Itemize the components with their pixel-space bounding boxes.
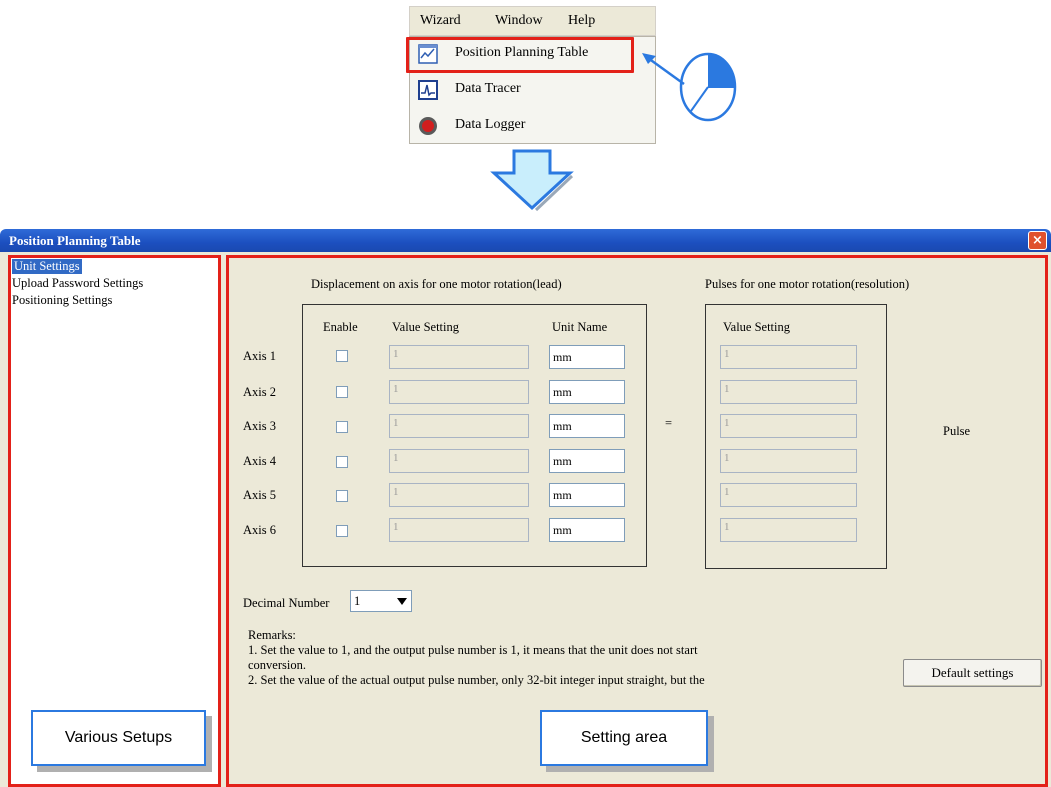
menu-help[interactable]: Help [568,13,595,29]
click-pointer-icon [679,52,737,122]
menu-item-data-tracer[interactable]: Data Tracer [410,73,655,107]
value-setting-input[interactable]: 1 [389,449,529,473]
menu-item-label: Data Logger [455,117,526,132]
pulse-value-input[interactable]: 1 [720,414,857,438]
unit-name-input[interactable]: mm [549,483,625,507]
unit-name-input[interactable]: mm [549,380,625,404]
menu-window[interactable]: Window [495,13,543,29]
unit-name-input[interactable]: mm [549,345,625,369]
unit-name-input[interactable]: mm [549,518,625,542]
value-setting-input[interactable]: 1 [389,483,529,507]
value-setting-input[interactable]: 1 [389,518,529,542]
column-header-enable: Enable [323,320,358,334]
enable-checkbox[interactable] [336,350,348,362]
various-setups-highlight [8,255,221,787]
enable-checkbox[interactable] [336,386,348,398]
unit-name-input[interactable]: mm [549,449,625,473]
setting-area-callout: Setting area [540,710,708,766]
menu-item-label: Data Tracer [455,81,521,96]
default-settings-button[interactable]: Default settings [903,659,1042,687]
enable-checkbox[interactable] [336,421,348,433]
pulses-title: Pulses for one motor rotation(resolution… [705,277,910,291]
column-header-value-setting: Value Setting [392,320,460,334]
menu-bar: Wizard Window Help [409,6,656,36]
axis-label: Axis 1 [243,349,276,363]
column-header-unit-name: Unit Name [552,320,608,334]
down-arrow-icon [490,149,574,212]
unit-name-input[interactable]: mm [549,414,625,438]
dropdown-arrow-icon[interactable] [397,598,407,605]
pointer-arrow-icon [642,53,685,86]
pulse-unit-label: Pulse [943,424,971,438]
value-setting-input[interactable]: 1 [389,414,529,438]
dialog-title: Position Planning Table [9,233,141,248]
displacement-title: Displacement on axis for one motor rotat… [311,277,562,291]
pulse-value-input[interactable]: 1 [720,380,857,404]
menu-item-data-logger[interactable]: Data Logger [410,109,655,143]
value-setting-input[interactable]: 1 [389,380,529,404]
decimal-number-value: 1 [354,594,361,608]
close-button[interactable]: × [1028,231,1047,250]
enable-checkbox[interactable] [336,490,348,502]
pulse-value-input[interactable]: 1 [720,483,857,507]
enable-checkbox[interactable] [336,456,348,468]
pulse-value-input[interactable]: 1 [720,449,857,473]
remarks-line: conversion. [248,658,306,672]
axis-label: Axis 2 [243,385,276,399]
enable-checkbox[interactable] [336,525,348,537]
various-setups-callout: Various Setups [31,710,206,766]
menu-wizard[interactable]: Wizard [420,13,461,29]
pulse-value-input[interactable]: 1 [720,345,857,369]
waveform-icon [418,80,438,100]
column-header-pulse-value: Value Setting [723,320,791,334]
decimal-number-label: Decimal Number [243,596,330,610]
dialog-title-bar[interactable]: Position Planning Table × [0,229,1051,252]
decimal-number-select[interactable]: 1 [350,590,412,612]
remarks-line: 1. Set the value to 1, and the output pu… [248,643,698,657]
highlight-box [406,37,634,73]
remarks-title: Remarks: [248,628,296,642]
red-record-icon [419,117,437,135]
axis-label: Axis 6 [243,523,276,537]
equals-sign: = [665,416,673,430]
remarks-line: 2. Set the value of the actual output pu… [248,673,705,687]
axis-label: Axis 4 [243,454,276,468]
pulse-value-input[interactable]: 1 [720,518,857,542]
axis-label: Axis 5 [243,488,276,502]
axis-label: Axis 3 [243,419,276,433]
value-setting-input[interactable]: 1 [389,345,529,369]
